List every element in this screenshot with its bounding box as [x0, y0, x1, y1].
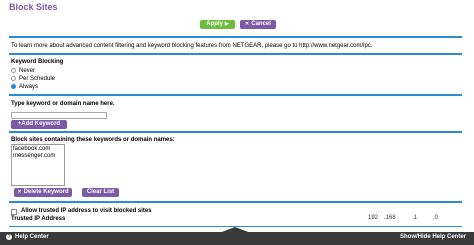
keyword-blocking-heading: Keyword Blocking: [11, 59, 64, 65]
radio-label: Per Schedule: [19, 75, 56, 82]
divider: [9, 201, 462, 203]
clear-list-label: Clear List: [86, 189, 115, 195]
divider: [9, 53, 462, 55]
clear-list-button[interactable]: Clear List: [82, 188, 119, 197]
radio-label: Always: [19, 83, 39, 90]
add-keyword-label: Add Keyword: [21, 121, 61, 127]
apply-label: Apply: [206, 21, 223, 27]
page-title: Block Sites: [9, 2, 58, 12]
divider: [9, 94, 462, 96]
cancel-label: Cancel: [251, 21, 271, 27]
keyword-input-label: Type keyword or domain name here.: [11, 101, 115, 107]
divider: [9, 131, 462, 133]
info-text: To learn more about advanced content fil…: [11, 43, 373, 49]
blocked-list-label: Block sites containing these keywords or…: [11, 137, 175, 143]
radio-button[interactable]: [11, 76, 16, 81]
list-item[interactable]: facebook.com: [13, 146, 63, 153]
ip-octet-1[interactable]: 192: [368, 214, 378, 223]
help-center-label: Help Center: [15, 234, 49, 240]
radio-label: Never: [19, 67, 36, 74]
arrow-right-icon: ▶: [224, 21, 229, 27]
delete-keyword-label: Delete Keyword: [23, 189, 69, 195]
apply-button[interactable]: Apply ▶: [200, 20, 235, 29]
ip-octet-3[interactable]: .1: [412, 214, 417, 223]
ip-octet-2[interactable]: .168: [384, 214, 396, 223]
list-item[interactable]: messenger.com: [13, 153, 63, 160]
divider: [9, 36, 462, 38]
cancel-button[interactable]: ✕ Cancel: [240, 20, 276, 29]
trusted-ip-checkbox[interactable]: [11, 209, 17, 215]
keyword-input[interactable]: [11, 112, 107, 119]
add-keyword-button[interactable]: +Add Keyword: [11, 120, 67, 129]
trusted-ip-checkbox-label: Allow trusted IP address to visit blocke…: [21, 208, 152, 214]
radio-button[interactable]: [11, 68, 16, 73]
collapse-toggle[interactable]: [219, 227, 251, 233]
radio-per-schedule[interactable]: Per Schedule: [11, 75, 55, 82]
help-icon: ?: [6, 234, 12, 240]
help-center-link[interactable]: ? Help Center: [6, 234, 49, 240]
close-icon: ✕: [245, 21, 250, 27]
radio-always[interactable]: Always: [11, 83, 38, 90]
radio-button[interactable]: [11, 84, 16, 89]
delete-keyword-button[interactable]: ✕ Delete Keyword: [14, 188, 72, 197]
help-center-bar: ? Help Center Show/Hide Help Center: [0, 227, 474, 245]
radio-never[interactable]: Never: [11, 67, 35, 74]
show-hide-help-link[interactable]: Show/Hide Help Center: [400, 234, 466, 240]
trusted-ip-label: Trusted IP Address: [11, 216, 66, 222]
blocked-sites-list[interactable]: facebook.com messenger.com: [11, 144, 65, 186]
ip-octet-4[interactable]: .0: [433, 214, 438, 223]
close-icon: ✕: [17, 189, 22, 195]
